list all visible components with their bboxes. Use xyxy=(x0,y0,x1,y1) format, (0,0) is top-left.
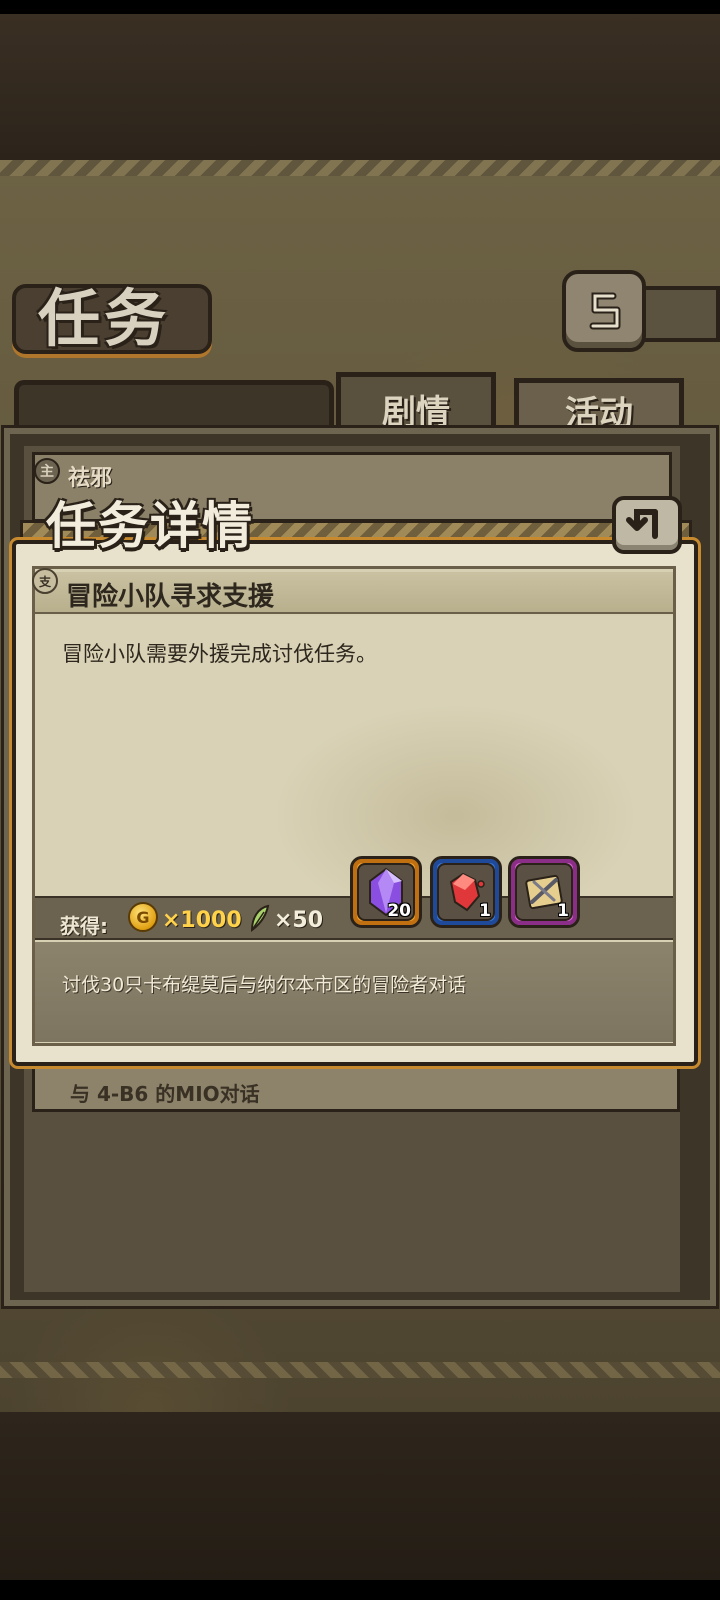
reward-label: 获得: xyxy=(60,914,108,938)
close-dialog-button[interactable] xyxy=(612,496,682,554)
navigation-bar xyxy=(0,1580,720,1600)
quest-condition: 讨伐30只卡布缇莫后与纳尔本市区的冒险者对话 xyxy=(62,974,467,996)
quest-description: 冒险小队需要外援完成讨伐任务。 xyxy=(62,642,377,666)
coin-amount: ×1000 xyxy=(162,908,242,933)
item-count: 20 xyxy=(387,901,411,921)
quest-title: 冒险小队寻求支援 xyxy=(66,582,275,612)
item-count: 1 xyxy=(479,901,491,921)
back-button[interactable] xyxy=(562,270,646,352)
quest-screen: 任务 剧情 活动 主 祛邪 与 4-B6 的MIO对话 任务详情 支 冒险小队寻… xyxy=(0,0,720,1600)
item-count: 1 xyxy=(557,901,569,921)
reward-item-slot[interactable]: 1 xyxy=(508,856,580,928)
map-torn-edge-bottom xyxy=(0,1362,720,1378)
reward-item-slot[interactable]: 1 xyxy=(430,856,502,928)
feather-icon xyxy=(250,904,270,932)
gold-coin-icon: G xyxy=(128,902,158,932)
top-backdrop xyxy=(0,14,720,160)
main-quest-icon: 主 xyxy=(34,458,60,484)
bottom-backdrop xyxy=(0,1412,720,1580)
return-arrow-icon xyxy=(626,509,658,539)
status-bar xyxy=(0,0,720,14)
return-arrow-icon xyxy=(589,292,621,330)
side-quest-icon: 支 xyxy=(32,568,58,594)
header-bar-right xyxy=(640,286,720,342)
dialog-title: 任务详情 xyxy=(46,496,254,555)
map-torn-edge-top xyxy=(0,160,720,176)
reward-item-slot[interactable]: 20 xyxy=(350,856,422,928)
list-item-label: 与 4-B6 的MIO对话 xyxy=(70,1082,260,1106)
page-title: 任务 xyxy=(38,282,171,355)
tab-strip xyxy=(14,380,334,428)
feather-amount: ×50 xyxy=(274,908,324,933)
